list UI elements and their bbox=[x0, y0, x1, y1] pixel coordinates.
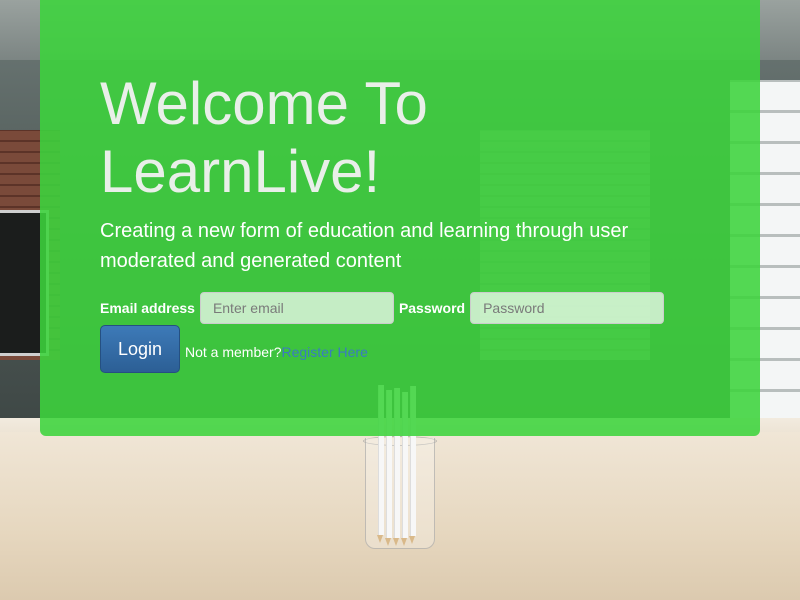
password-label: Password bbox=[398, 300, 466, 316]
pencil-tip-image bbox=[401, 538, 407, 546]
password-field[interactable] bbox=[470, 292, 665, 324]
login-form: Email address Password bbox=[100, 291, 669, 325]
hero-subtitle: Creating a new form of education and lea… bbox=[100, 220, 629, 272]
pencil-tip-image bbox=[393, 538, 399, 546]
pencil-tip-image bbox=[385, 538, 391, 546]
hero-panel: Welcome To LearnLive! Creating a new form… bbox=[40, 0, 760, 436]
pencil-tip-image bbox=[377, 535, 383, 543]
email-field[interactable] bbox=[199, 292, 394, 324]
pencil-tip-image bbox=[409, 536, 415, 544]
email-label: Email address bbox=[100, 300, 195, 316]
member-prompt: Not a member? bbox=[185, 344, 282, 360]
login-actions: Login Not a member? Register Here bbox=[100, 325, 368, 373]
register-link[interactable]: Register Here bbox=[281, 344, 367, 360]
title-line-2: LearnLive! bbox=[100, 138, 381, 205]
page-title: Welcome To LearnLive! bbox=[100, 70, 660, 206]
pencil-cup bbox=[365, 438, 435, 549]
title-line-1: Welcome To bbox=[100, 70, 428, 137]
login-button[interactable]: Login bbox=[100, 325, 180, 373]
